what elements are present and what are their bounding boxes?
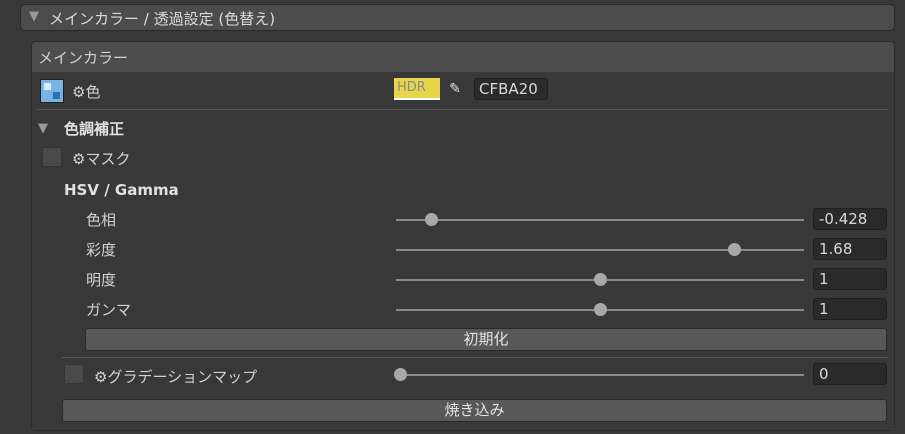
slider-value-field[interactable]: 1 xyxy=(813,268,887,290)
slider-track[interactable] xyxy=(396,219,804,221)
eyedropper-icon[interactable]: ✎ xyxy=(443,78,467,100)
hsv-gamma-title: HSV / Gamma xyxy=(64,181,179,199)
slider-thumb[interactable] xyxy=(593,303,607,316)
hex-color-field[interactable]: CFBA20 xyxy=(474,78,548,100)
hdr-label: HDR xyxy=(397,80,426,95)
gradation-slider-thumb[interactable] xyxy=(394,368,407,381)
slider-value-field[interactable]: -0.428 xyxy=(813,208,887,230)
color-label: ⚙色 xyxy=(72,83,101,101)
gradation-slider-track[interactable] xyxy=(396,374,804,376)
divider xyxy=(62,357,888,358)
slider-track[interactable] xyxy=(396,249,804,251)
slider-label: ガンマ xyxy=(86,301,132,319)
gradation-map-label: ⚙グラデーションマップ xyxy=(94,368,258,386)
section-title: メインカラー xyxy=(38,49,129,67)
texture-icon[interactable] xyxy=(40,79,64,103)
divider xyxy=(36,109,888,110)
mask-label: ⚙マスク xyxy=(72,150,131,168)
slider-value-field[interactable]: 1 xyxy=(813,298,887,320)
bake-button[interactable]: 焼き込み xyxy=(62,399,887,422)
color-swatch[interactable]: HDR xyxy=(394,78,440,100)
reset-button[interactable]: 初期化 xyxy=(85,328,887,351)
triangle-down-icon: ▼ xyxy=(29,9,39,24)
main-color-foldout-header[interactable]: ▼ メインカラー / 透過設定 (色替え) xyxy=(20,4,895,31)
slider-label: 明度 xyxy=(86,271,117,289)
gradation-value-field[interactable]: 0 xyxy=(813,363,887,385)
gradation-map-texture-slot[interactable] xyxy=(64,364,84,384)
slider-label: 彩度 xyxy=(86,241,117,259)
slider-label: 色相 xyxy=(86,211,117,229)
slider-thumb[interactable] xyxy=(424,213,438,226)
mask-texture-slot[interactable] xyxy=(42,147,62,167)
triangle-down-icon[interactable]: ▼ xyxy=(38,121,48,136)
slider-value-field[interactable]: 1.68 xyxy=(813,238,887,260)
foldout-title: メインカラー / 透過設定 (色替え) xyxy=(49,10,276,28)
color-adjust-title[interactable]: 色調補正 xyxy=(64,118,124,139)
slider-thumb[interactable] xyxy=(593,273,607,286)
section-header xyxy=(32,42,894,72)
